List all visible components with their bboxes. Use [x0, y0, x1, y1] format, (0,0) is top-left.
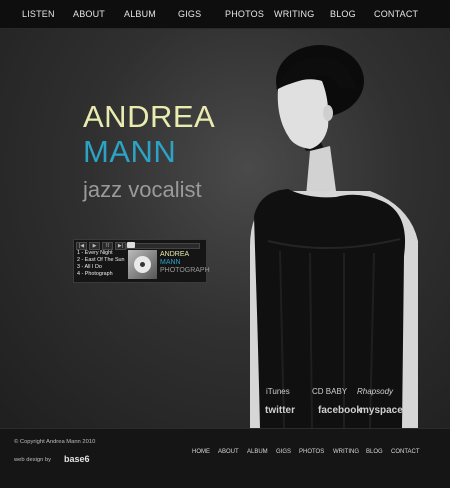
album-title-line: PHOTOGRAPH — [160, 267, 210, 274]
prev-icon[interactable]: |◀ — [76, 242, 87, 250]
nav-item-contact[interactable]: CONTACT — [374, 9, 418, 19]
top-navigation: LISTEN ABOUT ALBUM GIGS PHOTOS WRITING B… — [0, 0, 450, 29]
nav-item-listen[interactable]: LISTEN — [22, 9, 55, 19]
pause-icon[interactable]: II — [102, 242, 113, 250]
album-title-line: ANDREA — [160, 251, 190, 258]
track-item[interactable]: 1 - Every Night — [77, 250, 127, 257]
designer-logo[interactable]: base6 — [64, 454, 90, 464]
progress-slider[interactable] — [126, 243, 200, 249]
footer-link-writing[interactable]: WRITING — [333, 449, 359, 455]
nav-item-gigs[interactable]: GIGS — [178, 9, 201, 19]
facebook-link[interactable]: facebook — [318, 405, 362, 416]
hero-section: ANDREA MANN jazz vocalist |◀ ▶ II ▶| 1 -… — [0, 29, 450, 428]
music-player: |◀ ▶ II ▶| 1 - Every Night 2 - East Of T… — [73, 239, 210, 283]
artist-last-name: MANN — [83, 134, 177, 169]
cdbaby-link[interactable]: CD BABY — [312, 387, 347, 396]
rhapsody-link[interactable]: Rhapsody — [357, 387, 393, 396]
web-design-credit: web design by — [14, 457, 52, 463]
disc-icon — [134, 256, 151, 273]
artist-subtitle: jazz vocalist — [83, 177, 202, 202]
artist-first-name: ANDREA — [83, 99, 216, 134]
nav-item-album[interactable]: ALBUM — [124, 9, 156, 19]
footer-link-contact[interactable]: CONTACT — [391, 449, 420, 455]
track-item[interactable]: 2 - East Of The Sun — [77, 257, 127, 264]
footer-link-gigs[interactable]: GIGS — [276, 449, 291, 455]
copyright-text: © Copyright Andrea Mann 2010 — [14, 439, 96, 445]
footer-link-album[interactable]: ALBUM — [247, 449, 268, 455]
track-list: 1 - Every Night 2 - East Of The Sun 3 - … — [77, 250, 127, 278]
track-item[interactable]: 3 - All I Do — [77, 264, 127, 271]
footer-link-photos[interactable]: PHOTOS — [299, 449, 324, 455]
nav-item-photos[interactable]: PHOTOS — [225, 9, 264, 19]
player-controls: |◀ ▶ II ▶| — [76, 242, 126, 250]
artist-portrait — [250, 45, 418, 428]
album-title-line: MANN — [160, 259, 181, 266]
album-cover — [128, 250, 157, 279]
nav-item-about[interactable]: ABOUT — [73, 9, 105, 19]
play-icon[interactable]: ▶ — [89, 242, 100, 250]
itunes-link[interactable]: iTunes — [266, 387, 290, 396]
footer-link-blog[interactable]: BLOG — [366, 449, 383, 455]
nav-item-writing[interactable]: WRITING — [274, 9, 314, 19]
track-item[interactable]: 4 - Photograph — [77, 271, 127, 278]
footer-link-home[interactable]: HOME — [192, 449, 210, 455]
footer-link-about[interactable]: ABOUT — [218, 449, 239, 455]
myspace-link[interactable]: myspace — [360, 405, 403, 416]
next-icon[interactable]: ▶| — [115, 242, 126, 250]
nav-item-blog[interactable]: BLOG — [330, 9, 356, 19]
twitter-link[interactable]: twitter — [265, 405, 295, 416]
slider-handle[interactable] — [127, 242, 135, 248]
footer: © Copyright Andrea Mann 2010 web design … — [0, 428, 450, 488]
